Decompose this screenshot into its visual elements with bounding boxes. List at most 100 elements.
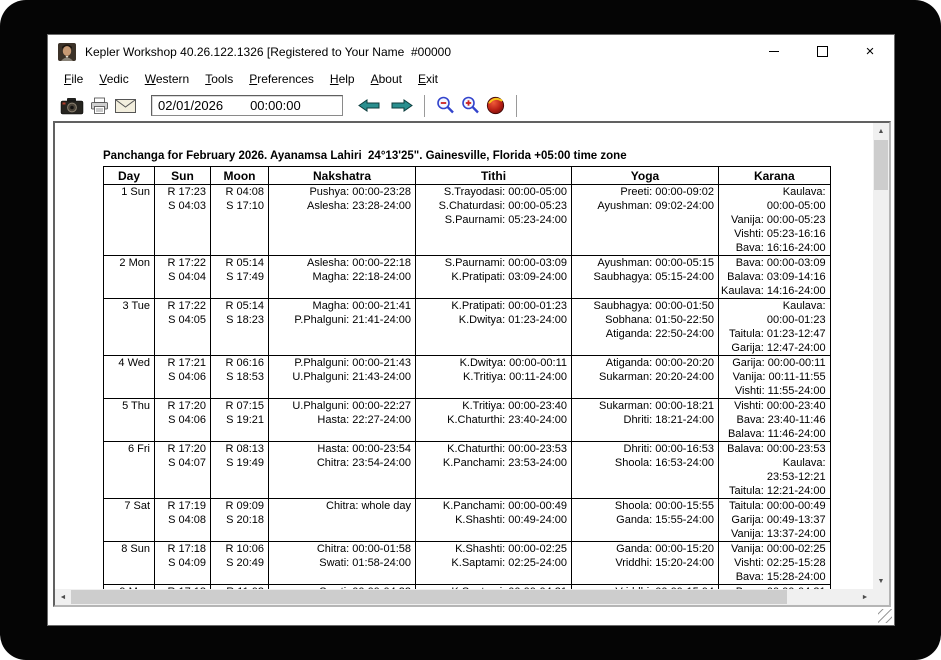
cell-nakshatra: U.Phalguni: 00:00-22:27Hasta: 22:27-24:0…: [269, 399, 416, 442]
cell-nakshatra: Aslesha: 00:00-22:18Magha: 22:18-24:00: [269, 256, 416, 299]
scroll-left-button[interactable]: ◄: [55, 589, 71, 605]
col-header-yoga: Yoga: [572, 167, 719, 185]
cell-nakshatra: Chitra: whole day: [269, 499, 416, 542]
toolbar: 02/01/2026 00:00:00: [48, 90, 894, 121]
scroll-right-button[interactable]: ►: [857, 589, 873, 605]
zoom-in-icon: [461, 96, 480, 115]
horizontal-scrollbar[interactable]: ◄ ►: [55, 589, 873, 605]
cell-day: 3 Tue: [104, 299, 155, 356]
menu-preferences[interactable]: Preferences: [241, 69, 322, 89]
scrollbar-corner: [873, 589, 889, 605]
scroll-up-button[interactable]: ▲: [873, 123, 889, 139]
menu-file[interactable]: File: [56, 69, 91, 89]
cell-yoga: Shoola: 00:00-15:55Ganda: 15:55-24:00: [572, 499, 719, 542]
camera-button[interactable]: [57, 96, 87, 116]
cell-nakshatra: Pushya: 00:00-23:28Aslesha: 23:28-24:00: [269, 185, 416, 256]
cell-karana: Vishti: 00:00-23:40Bava: 23:40-11:46Bala…: [719, 399, 831, 442]
cell-tithi: K.Panchami: 00:00-00:49K.Shashti: 00:49-…: [416, 499, 572, 542]
cell-tithi: S.Trayodasi: 00:00-05:00S.Chaturdasi: 00…: [416, 185, 572, 256]
cell-sun: R 17:19S 04:08: [155, 499, 211, 542]
cell-yoga: Preeti: 00:00-09:02Ayushman: 09:02-24:00: [572, 185, 719, 256]
table-row: 4 WedR 17:21S 04:06R 06:16S 18:53P.Phalg…: [104, 356, 831, 399]
report-viewport: Panchanga for February 2026. Ayanamsa La…: [53, 121, 891, 607]
date-nav-group: [355, 98, 416, 113]
cell-moon: R 07:15S 19:21: [211, 399, 269, 442]
maximize-button[interactable]: [798, 35, 846, 68]
title-bar: Kepler Workshop 40.26.122.1326 [Register…: [48, 35, 894, 68]
col-header-moon: Moon: [211, 167, 269, 185]
cell-tithi: S.Paurnami: 00:00-03:09K.Pratipati: 03:0…: [416, 256, 572, 299]
cell-yoga: Ayushman: 00:00-05:15Saubhagya: 05:15-24…: [572, 256, 719, 299]
previous-day-button[interactable]: [355, 98, 383, 113]
close-button[interactable]: ×: [846, 35, 894, 68]
menu-vedic[interactable]: Vedic: [91, 69, 136, 89]
cell-tithi: K.Pratipati: 00:00-01:23K.Dwitya: 01:23-…: [416, 299, 572, 356]
planet-button[interactable]: [483, 95, 508, 116]
cell-nakshatra: P.Phalguni: 00:00-21:43U.Phalguni: 21:43…: [269, 356, 416, 399]
cell-karana: Taitula: 00:00-00:49Garija: 00:49-13:37V…: [719, 499, 831, 542]
scroll-down-button[interactable]: ▼: [873, 573, 889, 589]
email-icon: [115, 99, 136, 113]
report-page: Panchanga for February 2026. Ayanamsa La…: [55, 123, 873, 589]
menu-exit[interactable]: Exit: [410, 69, 446, 89]
zoom-out-icon: [436, 96, 455, 115]
cell-tithi: K.Chaturthi: 00:00-23:53K.Panchami: 23:5…: [416, 442, 572, 499]
menu-western[interactable]: Western: [137, 69, 197, 89]
cell-yoga: Atiganda: 00:00-20:20Sukarman: 20:20-24:…: [572, 356, 719, 399]
header-row: Day Sun Moon Nakshatra Tithi Yoga Karana: [104, 167, 831, 185]
zoom-in-button[interactable]: [458, 95, 483, 116]
cell-moon: R 10:06S 20:49: [211, 542, 269, 585]
cell-nakshatra: Hasta: 00:00-23:54Chitra: 23:54-24:00: [269, 442, 416, 499]
toolbar-separator: [424, 95, 425, 117]
table-row: 8 SunR 17:18S 04:09R 10:06S 20:49Chitra:…: [104, 542, 831, 585]
camera-icon: [60, 97, 84, 115]
cell-moon: R 05:14S 17:49: [211, 256, 269, 299]
table-row: 2 MonR 17:22S 04:04R 05:14S 17:49Aslesha…: [104, 256, 831, 299]
menu-help[interactable]: Help: [322, 69, 363, 89]
col-header-tithi: Tithi: [416, 167, 572, 185]
planet-icon: [486, 96, 505, 115]
email-button[interactable]: [112, 98, 139, 114]
resize-grip[interactable]: [878, 609, 892, 623]
cell-day: 8 Sun: [104, 542, 155, 585]
cell-sun: R 17:23S 04:03: [155, 185, 211, 256]
app-window: Kepler Workshop 40.26.122.1326 [Register…: [48, 35, 894, 625]
col-header-sun: Sun: [155, 167, 211, 185]
menu-tools[interactable]: Tools: [197, 69, 241, 89]
datetime-input[interactable]: 02/01/2026 00:00:00: [151, 95, 343, 116]
cell-yoga: Ganda: 00:00-15:20Vriddhi: 15:20-24:00: [572, 542, 719, 585]
cell-karana: Garija: 00:00-00:11Vanija: 00:11-11:55Vi…: [719, 356, 831, 399]
cell-tithi: K.Dwitya: 00:00-00:11K.Tritiya: 00:11-24…: [416, 356, 572, 399]
table-row: 3 TueR 17:22S 04:05R 05:14S 18:23Magha: …: [104, 299, 831, 356]
print-button[interactable]: [87, 96, 112, 116]
menu-about[interactable]: About: [363, 69, 410, 89]
cell-day: 6 Fri: [104, 442, 155, 499]
maximize-icon: [817, 46, 828, 57]
toolbar-separator-2: [516, 95, 517, 117]
cell-day: 2 Mon: [104, 256, 155, 299]
minimize-button[interactable]: [750, 35, 798, 68]
cell-moon: R 08:13S 19:49: [211, 442, 269, 499]
col-header-day: Day: [104, 167, 155, 185]
left-arrow-icon: [358, 99, 380, 112]
vertical-scroll-thumb[interactable]: [874, 140, 888, 190]
horizontal-scroll-thumb[interactable]: [71, 590, 787, 604]
next-day-button[interactable]: [388, 98, 416, 113]
cell-day: 5 Thu: [104, 399, 155, 442]
minimize-icon: [769, 51, 779, 52]
cell-karana: Kaulava:00:00-01:23Taitula: 01:23-12:47G…: [719, 299, 831, 356]
screen-background: Kepler Workshop 40.26.122.1326 [Register…: [0, 0, 941, 660]
menu-bar: File Vedic Western Tools Preferences Hel…: [48, 68, 894, 90]
cell-sun: R 17:20S 04:07: [155, 442, 211, 499]
cell-day: 7 Sat: [104, 499, 155, 542]
cell-day: 1 Sun: [104, 185, 155, 256]
cell-yoga: Saubhagya: 00:00-01:50Sobhana: 01:50-22:…: [572, 299, 719, 356]
vertical-scrollbar[interactable]: ▲ ▼: [873, 123, 889, 589]
cell-moon: R 05:14S 18:23: [211, 299, 269, 356]
cell-yoga: Sukarman: 00:00-18:21Dhriti: 18:21-24:00: [572, 399, 719, 442]
cell-nakshatra: Magha: 00:00-21:41P.Phalguni: 21:41-24:0…: [269, 299, 416, 356]
cell-sun: R 17:21S 04:06: [155, 356, 211, 399]
zoom-out-button[interactable]: [433, 95, 458, 116]
col-header-nakshatra: Nakshatra: [269, 167, 416, 185]
cell-sun: R 17:18S 04:09: [155, 542, 211, 585]
